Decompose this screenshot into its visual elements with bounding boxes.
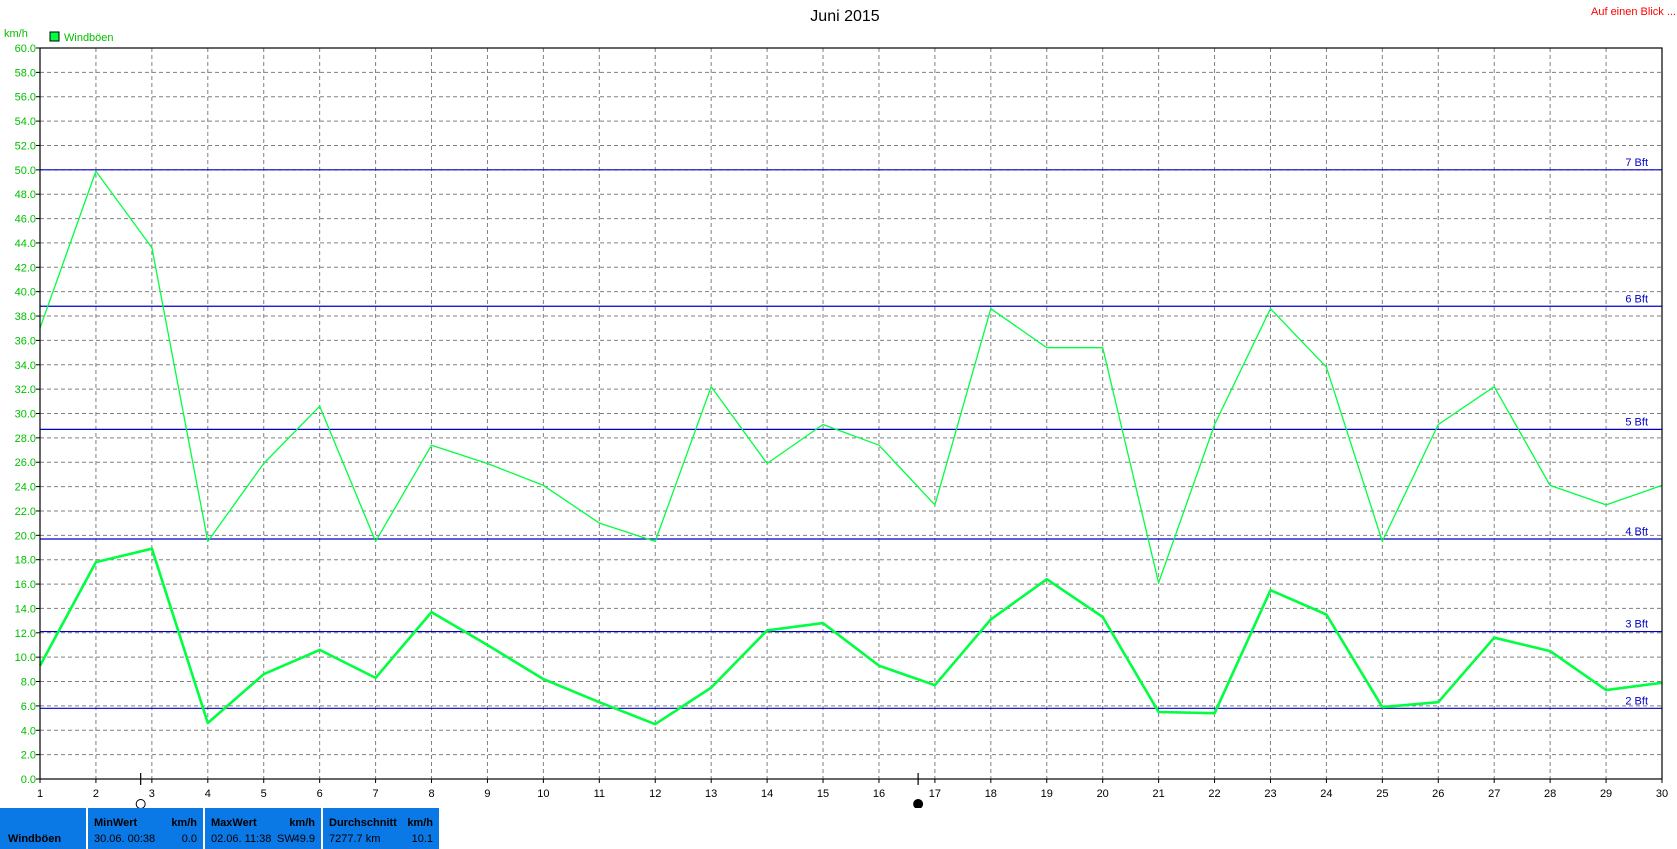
x-tick-label: 27 (1488, 788, 1500, 800)
footer-min-cell: MinWert km/h 30.06. 00:38 0.0 (88, 808, 205, 849)
x-tick-label: 21 (1152, 788, 1164, 800)
y-tick-label: 32.0 (15, 384, 36, 396)
y-tick-label: 56.0 (15, 92, 36, 104)
series-line-average (38, 547, 1663, 726)
y-tick-label: 48.0 (15, 189, 36, 201)
x-tick-label: 10 (537, 788, 549, 800)
avg-value: 10.1 (411, 833, 433, 845)
bft-label: 2 Bft (1625, 695, 1648, 707)
min-value: 0.0 (181, 833, 197, 845)
y-tick-label: 30.0 (15, 409, 36, 421)
y-tick-label: 50.0 (15, 165, 36, 177)
x-tick-label: 9 (484, 788, 490, 800)
x-tick-label: 7 (373, 788, 379, 800)
y-unit-label: km/h (4, 28, 28, 40)
y-tick-label: 42.0 (15, 262, 36, 274)
footer-series-cell: Windböen (0, 808, 88, 849)
avg-unit: km/h (407, 817, 433, 829)
max-unit: km/h (289, 817, 315, 829)
x-tick-label: 22 (1208, 788, 1220, 800)
overview-link[interactable]: Auf einen Blick ... (1591, 6, 1676, 18)
bft-label: 7 Bft (1625, 157, 1648, 169)
x-tick-label: 1 (37, 788, 43, 800)
x-tick-label: 29 (1600, 788, 1612, 800)
y-tick-label: 54.0 (15, 116, 36, 128)
min-unit: km/h (171, 817, 197, 829)
y-tick-label: 6.0 (21, 701, 36, 713)
y-tick-label: 0.0 (21, 774, 36, 786)
wind-gust-chart: Juni 2015 Auf einen Blick ... km/h Windb… (4, 6, 1676, 808)
bft-label: 5 Bft (1625, 416, 1648, 428)
y-tick-label: 12.0 (15, 628, 36, 640)
x-tick-label: 28 (1544, 788, 1556, 800)
bft-label: 4 Bft (1625, 526, 1648, 538)
x-tick-label: 14 (761, 788, 773, 800)
max-header: MaxWert (211, 817, 257, 829)
legend-label: Windböen (64, 32, 114, 44)
footer-series-label: Windböen (8, 833, 62, 845)
x-tick-label: 15 (817, 788, 829, 800)
x-tick-label: 5 (261, 788, 267, 800)
x-tick-label: 16 (873, 788, 885, 800)
y-tick-label: 8.0 (21, 677, 36, 689)
x-tick-label: 6 (317, 788, 323, 800)
y-tick-label: 46.0 (15, 214, 36, 226)
footer-max-cell: MaxWert km/h 02.06. 11:38 SW 49.9 (205, 808, 323, 849)
y-tick-label: 16.0 (15, 579, 36, 591)
bft-label: 3 Bft (1625, 619, 1648, 631)
stats-footer: Windböen MinWert km/h 30.06. 00:38 0.0 M… (0, 808, 1677, 849)
max-value: 49.9 (293, 833, 315, 845)
y-tick-label: 60.0 (15, 43, 36, 55)
x-tick-label: 17 (929, 788, 941, 800)
y-tick-label: 22.0 (15, 506, 36, 518)
x-tick-label: 8 (428, 788, 434, 800)
y-tick-label: 34.0 (15, 360, 36, 372)
y-tick-label: 28.0 (15, 433, 36, 445)
legend-swatch (49, 31, 60, 42)
x-tick-label: 25 (1376, 788, 1388, 800)
y-tick-label: 26.0 (15, 457, 36, 469)
x-tick-label: 26 (1432, 788, 1444, 800)
x-tick-label: 18 (985, 788, 997, 800)
new-moon-icon (913, 799, 924, 808)
footer-avg-cell: Durchschnitt km/h 7277.7 km 10.1 (323, 808, 441, 849)
avg-header: Durchschnitt (329, 817, 397, 829)
y-tick-label: 18.0 (15, 555, 36, 567)
x-tick-label: 23 (1264, 788, 1276, 800)
y-tick-label: 10.0 (15, 652, 36, 664)
y-tick-label: 38.0 (15, 311, 36, 323)
x-tick-label: 12 (649, 788, 661, 800)
y-tick-label: 36.0 (15, 335, 36, 347)
y-tick-label: 44.0 (15, 238, 36, 250)
x-tick-label: 19 (1041, 788, 1053, 800)
y-tick-label: 40.0 (15, 287, 36, 299)
x-tick-label: 2 (93, 788, 99, 800)
x-tick-label: 13 (705, 788, 717, 800)
plot-frame (39, 47, 1663, 780)
chart-title: Juni 2015 (810, 8, 879, 25)
series-line-max (39, 170, 1663, 584)
min-date: 30.06. 00:38 (94, 833, 156, 845)
y-tick-label: 20.0 (15, 530, 36, 542)
x-tick-label: 24 (1320, 788, 1332, 800)
y-tick-label: 58.0 (15, 67, 36, 79)
max-date: 02.06. 11:38 (211, 833, 272, 845)
x-tick-label: 3 (149, 788, 155, 800)
bft-label: 6 Bft (1625, 293, 1648, 305)
min-header: MinWert (94, 817, 138, 829)
max-direction: SW (277, 833, 295, 845)
y-tick-label: 4.0 (21, 725, 36, 737)
y-tick-label: 24.0 (15, 482, 36, 494)
y-tick-label: 2.0 (21, 750, 36, 762)
x-tick-label: 11 (594, 788, 605, 800)
x-tick-label: 4 (205, 788, 211, 800)
avg-distance: 7277.7 km (329, 833, 381, 845)
y-tick-label: 14.0 (15, 603, 36, 615)
x-tick-label: 20 (1097, 788, 1109, 800)
x-tick-label: 30 (1656, 788, 1668, 800)
y-tick-label: 52.0 (15, 140, 36, 152)
full-moon-icon (135, 799, 146, 808)
